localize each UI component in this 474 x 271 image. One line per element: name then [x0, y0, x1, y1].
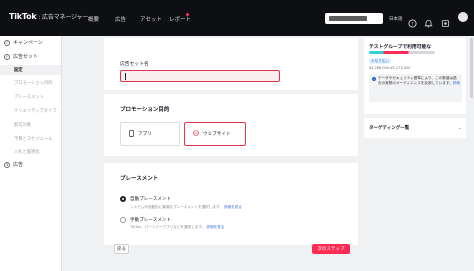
manual-placement-desc-text: TikTok、パートナーアプリなどを選択します。: [130, 225, 206, 229]
page-scrollbar[interactable]: [470, 38, 473, 98]
sidebar-item-targeting[interactable]: 配信対象: [14, 122, 31, 128]
adset-name-input[interactable]: [120, 70, 280, 82]
audience-size-badge: かなり広い: [369, 58, 391, 64]
top-navigation-bar: TikTok: 広告マネージャー 概要 広告 アセット レポート 日本語 ?: [0, 0, 474, 36]
sidebar-step-label: キャンペーン: [13, 40, 43, 46]
manual-placement-label[interactable]: 手動プレースメント: [130, 217, 171, 223]
auto-placement-desc-text: システムが自動的に最適なプレースメントを選択します。: [130, 205, 223, 209]
promotion-option-label: ウェブサイト: [203, 132, 231, 137]
manual-placement-radio[interactable]: [120, 217, 126, 223]
auto-placement-description: システムが自動的に最適なプレースメントを選択します。 詳細を見る: [130, 205, 242, 210]
audience-panel-title: テストグループで利用可能な: [369, 45, 432, 50]
promotion-card: プロモーション目的 アプリ ウェブサイト: [104, 94, 358, 156]
nav-assets[interactable]: アセット: [140, 15, 162, 23]
adset-name-card: 広告セット名: [104, 38, 358, 90]
next-step-button[interactable]: 次のステップ: [312, 244, 350, 254]
promotion-option-app[interactable]: アプリ: [120, 122, 180, 146]
bell-icon[interactable]: [424, 13, 433, 28]
audience-note-text: データやセキュリティ基準により、この数値は過去の実際のオーディエンスを反映してい…: [378, 76, 460, 86]
nav-reports[interactable]: レポート: [169, 15, 191, 23]
sidebar-active-highlight: [0, 65, 61, 75]
sidebar-step-campaign[interactable]: ✓ キャンペーン: [4, 39, 43, 46]
targeting-summary-title: ターゲティング一覧: [369, 126, 410, 131]
globe-icon: [193, 130, 199, 138]
auto-placement-radio[interactable]: [120, 196, 126, 202]
targeting-summary-panel[interactable]: ターゲティング一覧 ⌄: [364, 118, 466, 138]
account-selector[interactable]: [325, 13, 383, 24]
auto-placement-learn-more-link[interactable]: 詳細を見る: [224, 205, 242, 209]
phone-icon: [129, 129, 134, 139]
audience-note-body: データやセキュリティ基準により、この数値は過去の実際のオーディエンスを反映してい…: [378, 76, 457, 85]
promotion-option-label: アプリ: [138, 132, 152, 137]
brand-name: TikTok: [9, 12, 37, 21]
language-selector[interactable]: 日本語: [389, 16, 403, 22]
manual-placement-learn-more-link[interactable]: 詳細を見る: [206, 225, 224, 229]
sidebar-item-promotion[interactable]: プロモーション目的: [14, 80, 53, 86]
check-icon: ✓: [4, 53, 10, 60]
avatar[interactable]: [458, 12, 468, 22]
sidebar-item-settings[interactable]: 設定: [14, 67, 23, 73]
sidebar-step-ad[interactable]: 3 広告: [4, 161, 23, 168]
audience-size-meter: [369, 51, 435, 54]
tiktok-ads-logo[interactable]: TikTok: 広告マネージャー: [9, 12, 88, 21]
sidebar-step-label: 広告セット: [13, 54, 39, 60]
manual-placement-description: TikTok、パートナーアプリなどを選択します。 詳細を見る: [130, 225, 224, 230]
help-icon[interactable]: ?: [408, 13, 417, 28]
sidebar-item-budget[interactable]: 予算とスケジュール: [14, 136, 52, 142]
check-icon: ✓: [4, 39, 10, 46]
promotion-title: プロモーション目的: [120, 107, 170, 113]
placement-card: プレースメント 自動プレースメント システムが自動的に最適なプレースメントを選択…: [104, 163, 358, 245]
sidebar-item-placement[interactable]: プレースメント: [14, 94, 44, 100]
nav-ads[interactable]: 広告: [115, 15, 126, 23]
back-button[interactable]: 戻る: [114, 244, 129, 254]
placement-title: プレースメント: [120, 176, 159, 182]
sidebar-step-label: 広告: [13, 162, 24, 168]
audience-size-panel: テストグループで利用可能な かなり広い ¥4,286,000-¥5,273,00…: [364, 38, 466, 114]
sidebar-item-creative-type[interactable]: クリエイティブタイプ: [14, 108, 57, 114]
settings-icon[interactable]: [441, 13, 450, 28]
promotion-option-website[interactable]: ウェブサイト: [184, 122, 246, 146]
audience-info-note: i データやセキュリティ基準により、この数値は過去の実際のオーディエンスを反映し…: [369, 74, 462, 102]
auto-placement-label[interactable]: 自動プレースメント: [130, 196, 171, 202]
nav-overview[interactable]: 概要: [88, 15, 99, 23]
audience-note-link[interactable]: 詳細: [453, 81, 460, 85]
brand-subtitle: : 広告マネージャー: [38, 14, 89, 21]
step-number-badge: 3: [4, 161, 10, 168]
sidebar-item-bidding[interactable]: 入札と最適化: [14, 149, 40, 155]
notification-dot: [186, 13, 189, 16]
sidebar-step-adset[interactable]: ✓ 広告セット: [4, 53, 38, 60]
info-icon: i: [372, 77, 376, 81]
audience-size-range: ¥4,286,000-¥5,273,000: [369, 66, 411, 70]
chevron-down-icon[interactable]: ⌄: [458, 125, 461, 130]
step-sidebar: ✓ キャンペーン ✓ 広告セット 設定 プロモーション目的 プレースメント クリ…: [0, 36, 62, 271]
adset-name-label: 広告セット名: [120, 62, 149, 67]
